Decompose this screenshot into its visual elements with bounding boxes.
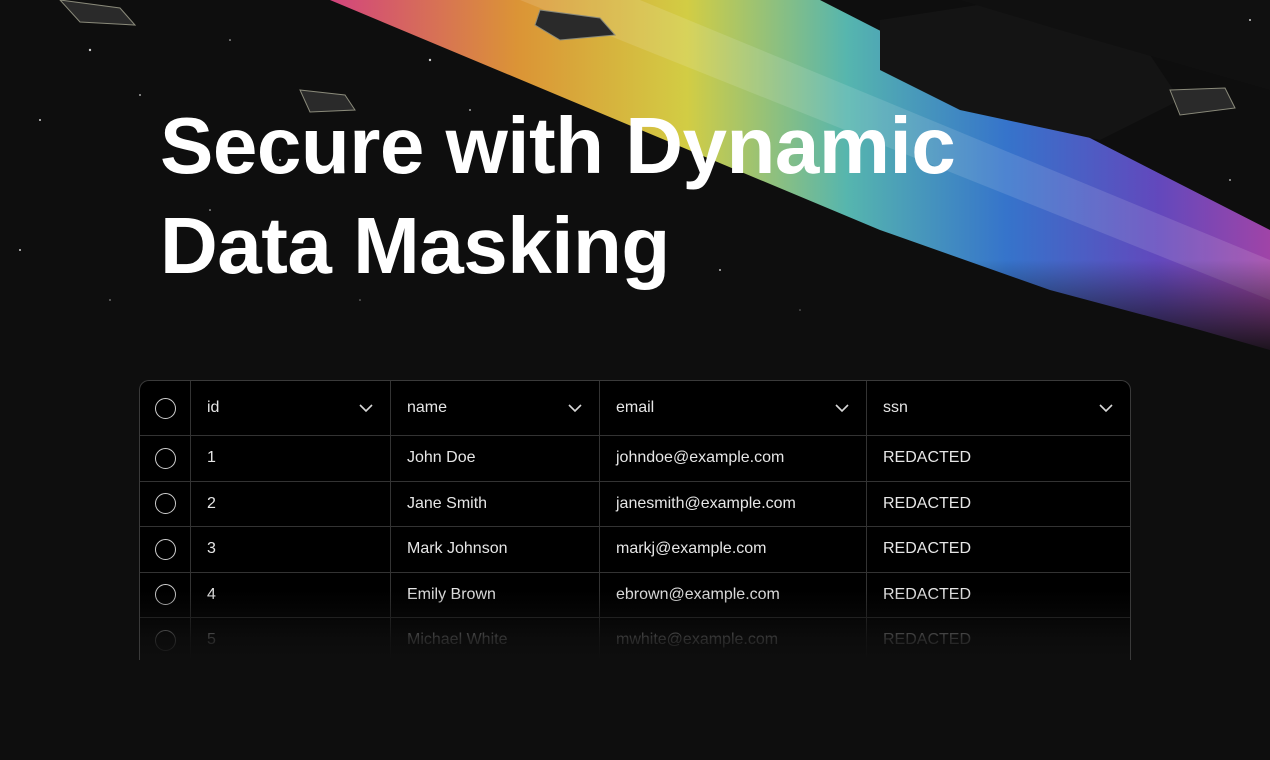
cell-ssn: REDACTED	[883, 585, 972, 603]
row-checkbox-icon[interactable]	[154, 538, 176, 560]
chevron-down-icon[interactable]	[567, 403, 583, 413]
column-header-label: name	[407, 399, 448, 416]
chevron-down-icon[interactable]	[1098, 403, 1114, 413]
cell-email: johndoe@example.com	[600, 436, 867, 481]
data-table: id name email ssn 1 John Doe johndoe@exa…	[139, 380, 1131, 660]
row-select-cell	[140, 481, 191, 526]
cell-ssn: REDACTED	[883, 494, 972, 512]
row-checkbox-icon[interactable]	[154, 584, 176, 606]
headline-line-1: Secure with Dynamic	[160, 101, 956, 190]
cell-name: Michael White	[391, 618, 600, 660]
cell-name: Emily Brown	[391, 572, 600, 617]
cell-email: markj@example.com	[600, 527, 867, 572]
select-all-checkbox-icon[interactable]	[154, 397, 176, 419]
headline-line-2: Data Masking	[160, 201, 670, 290]
cell-name: Jane Smith	[391, 481, 600, 526]
row-checkbox-icon[interactable]	[154, 493, 176, 515]
column-header-email[interactable]: email	[600, 381, 867, 435]
row-select-cell	[140, 436, 191, 481]
row-select-cell	[140, 572, 191, 617]
column-header-name[interactable]: name	[391, 381, 600, 435]
table-row[interactable]: 1 John Doe johndoe@example.com REDACTED	[140, 436, 1130, 482]
column-header-label: email	[616, 399, 655, 416]
cell-ssn: REDACTED	[883, 540, 972, 558]
cell-id: 2	[191, 481, 391, 526]
cell-id: 3	[191, 527, 391, 572]
cell-name: Mark Johnson	[391, 527, 600, 572]
cell-ssn: REDACTED	[883, 631, 972, 649]
cell-ssn: REDACTED	[883, 449, 972, 467]
row-select-cell	[140, 618, 191, 660]
row-checkbox-icon[interactable]	[154, 629, 176, 651]
column-header-label: id	[207, 399, 220, 416]
column-header-ssn[interactable]: ssn	[867, 381, 1130, 435]
page-headline: Secure with Dynamic Data Masking	[160, 96, 1060, 296]
select-all-cell	[140, 381, 191, 435]
table-row[interactable]: 5 Michael White mwhite@example.com REDAC…	[140, 618, 1130, 660]
cell-name: John Doe	[391, 436, 600, 481]
table-row[interactable]: 3 Mark Johnson markj@example.com REDACTE…	[140, 527, 1130, 573]
column-header-id[interactable]: id	[191, 381, 391, 435]
chevron-down-icon[interactable]	[834, 403, 850, 413]
table-header-row: id name email ssn	[140, 381, 1130, 436]
cell-id: 1	[191, 436, 391, 481]
column-header-label: ssn	[883, 399, 908, 416]
cell-email: ebrown@example.com	[600, 572, 867, 617]
cell-id: 5	[191, 618, 391, 660]
chevron-down-icon[interactable]	[358, 403, 374, 413]
row-checkbox-icon[interactable]	[154, 447, 176, 469]
row-select-cell	[140, 527, 191, 572]
cell-email: janesmith@example.com	[600, 481, 867, 526]
cell-email: mwhite@example.com	[600, 618, 867, 660]
table-row[interactable]: 4 Emily Brown ebrown@example.com REDACTE…	[140, 572, 1130, 618]
table-row[interactable]: 2 Jane Smith janesmith@example.com REDAC…	[140, 481, 1130, 527]
cell-id: 4	[191, 572, 391, 617]
